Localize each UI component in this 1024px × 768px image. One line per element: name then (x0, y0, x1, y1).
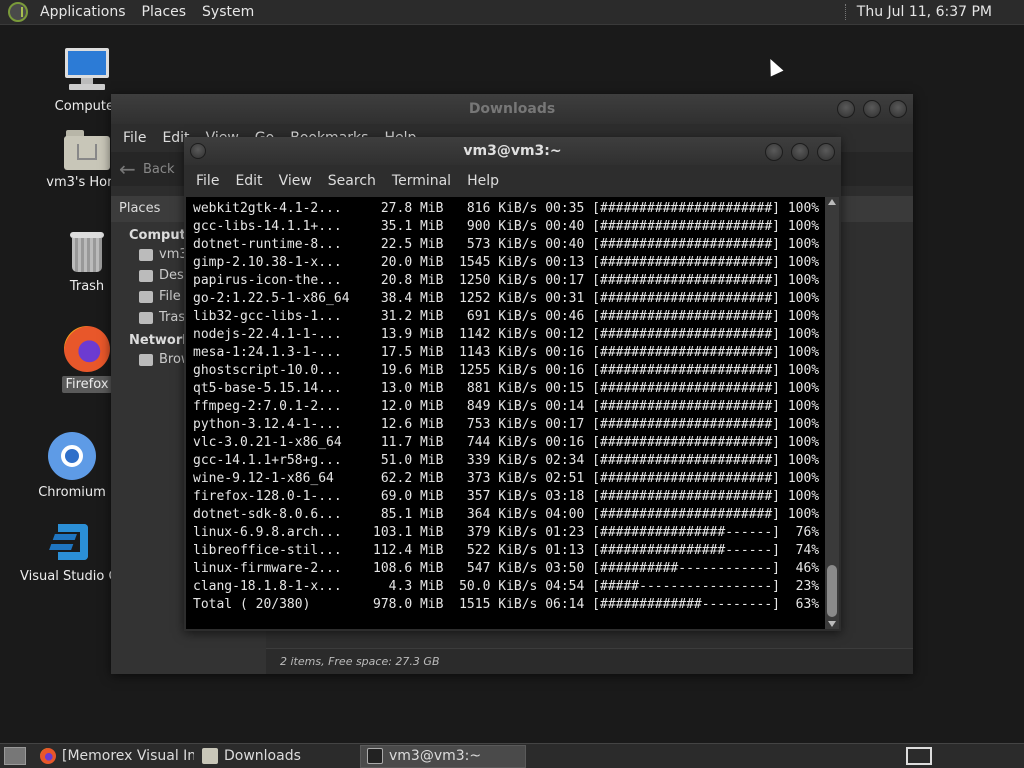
maximize-button[interactable] (863, 100, 881, 118)
mouse-pointer-icon (764, 56, 784, 77)
minimize-button[interactable] (837, 100, 855, 118)
taskbar-item-downloads[interactable]: Downloads (196, 745, 358, 768)
distro-logo-icon[interactable] (8, 2, 28, 22)
terminal-line: gcc-14.1.1+r58+g... 51.0 MiB 339 KiB/s 0… (193, 453, 820, 468)
scroll-up-arrow-icon[interactable] (828, 199, 836, 205)
terminal-window: vm3@vm3:~ File Edit View Search Terminal… (184, 137, 841, 631)
terminal-line: nodejs-22.4.1-1-... 13.9 MiB 1142 KiB/s … (193, 327, 820, 342)
folder-icon (202, 748, 218, 764)
terminal-icon (367, 748, 383, 764)
drive-icon (139, 290, 153, 303)
taskbar-item-label: [Memorex Visual Inf... (62, 748, 194, 764)
close-button[interactable] (817, 143, 835, 161)
terminal-output[interactable]: webkit2gtk-4.1-2... 27.8 MiB 816 KiB/s 0… (186, 197, 825, 629)
panel-separator (844, 4, 847, 20)
terminal-line: wine-9.12-1-x86_64 62.2 MiB 373 KiB/s 02… (193, 471, 820, 486)
network-icon (139, 353, 153, 366)
terminal-line: qt5-base-5.15.14... 13.0 MiB 881 KiB/s 0… (193, 381, 820, 396)
terminal-line: dotnet-sdk-8.0.6... 85.1 MiB 364 KiB/s 0… (193, 507, 820, 522)
menu-edit[interactable]: Edit (227, 173, 270, 189)
terminal-line: libreoffice-stil... 112.4 MiB 522 KiB/s … (193, 543, 820, 558)
terminal-line: python-3.12.4-1-... 12.6 MiB 753 KiB/s 0… (193, 417, 820, 432)
desktop-icon (139, 269, 153, 282)
menu-search[interactable]: Search (320, 173, 384, 189)
desktop-icon-label: Chromium (38, 485, 106, 500)
trash-icon (68, 228, 106, 274)
taskbar-item-label: Downloads (224, 748, 301, 764)
taskbar-item-firefox[interactable]: [Memorex Visual Inf... (34, 745, 194, 768)
close-button[interactable] (889, 100, 907, 118)
vscode-icon (49, 520, 94, 564)
computer-icon (63, 46, 111, 94)
menu-help[interactable]: Help (459, 173, 507, 189)
applications-menu[interactable]: Applications (32, 4, 134, 20)
workspace-switcher[interactable] (906, 747, 932, 765)
terminal-menubar: File Edit View Search Terminal Help (184, 165, 841, 197)
terminal-line: gcc-libs-14.1.1+... 35.1 MiB 900 KiB/s 0… (193, 219, 820, 234)
minimize-button[interactable] (765, 143, 783, 161)
places-menu[interactable]: Places (134, 4, 195, 20)
firefox-icon (64, 326, 110, 372)
terminal-line: ffmpeg-2:7.0.1-2... 12.0 MiB 849 KiB/s 0… (193, 399, 820, 414)
clock[interactable]: Thu Jul 11, 6:37 PM (857, 4, 1024, 20)
terminal-line: clang-18.1.8-1-x... 4.3 MiB 50.0 KiB/s 0… (193, 579, 820, 594)
terminal-line: mesa-1:24.1.3-1-... 17.5 MiB 1143 KiB/s … (193, 345, 820, 360)
terminal-line: gimp-2.10.38-1-x... 20.0 MiB 1545 KiB/s … (193, 255, 820, 270)
terminal-scrollbar[interactable] (825, 197, 839, 629)
home-icon (139, 248, 153, 261)
scroll-down-arrow-icon[interactable] (828, 621, 836, 627)
terminal-line: ghostscript-10.0... 19.6 MiB 1255 KiB/s … (193, 363, 820, 378)
terminal-titlebar[interactable]: vm3@vm3:~ (184, 137, 841, 165)
back-button[interactable]: Back (143, 162, 175, 177)
desktop-icon-label: Firefox (62, 376, 112, 393)
terminal-line: lib32-gcc-libs-1... 31.2 MiB 691 KiB/s 0… (193, 309, 820, 324)
terminal-line: vlc-3.0.21-1-x86_64 11.7 MiB 744 KiB/s 0… (193, 435, 820, 450)
terminal-line: Total ( 20/380) 978.0 MiB 1515 KiB/s 06:… (193, 597, 820, 612)
terminal-line: linux-6.9.8.arch... 103.1 MiB 379 KiB/s … (193, 525, 820, 540)
maximize-button[interactable] (791, 143, 809, 161)
back-arrow-icon[interactable]: ← (119, 159, 143, 179)
menu-view[interactable]: View (271, 173, 320, 189)
terminal-line: go-2:1.22.5-1-x86_64 38.4 MiB 1252 KiB/s… (193, 291, 820, 306)
scrollbar-thumb[interactable] (827, 565, 837, 617)
window-title: Downloads (468, 101, 556, 117)
bottom-taskbar: [Memorex Visual Inf... Downloads vm3@vm3… (0, 743, 1024, 768)
taskbar-item-label: vm3@vm3:~ (389, 748, 482, 764)
terminal-line: firefox-128.0-1-... 69.0 MiB 357 KiB/s 0… (193, 489, 820, 504)
system-menu[interactable]: System (194, 4, 262, 20)
menu-terminal[interactable]: Terminal (384, 173, 459, 189)
taskbar-item-terminal[interactable]: vm3@vm3:~ (360, 744, 526, 768)
show-desktop-button[interactable] (4, 747, 26, 765)
trash-icon (139, 311, 153, 324)
chromium-icon (48, 432, 96, 480)
desktop-icon-label: Trash (69, 279, 105, 294)
terminal-line: dotnet-runtime-8... 22.5 MiB 573 KiB/s 0… (193, 237, 820, 252)
window-menu-button[interactable] (190, 143, 206, 159)
file-manager-titlebar[interactable]: Downloads (111, 94, 913, 124)
firefox-icon (40, 748, 56, 764)
home-folder-icon (64, 130, 110, 170)
menu-file[interactable]: File (115, 130, 154, 146)
status-bar: 2 items, Free space: 27.3 GB (266, 648, 913, 674)
terminal-line: webkit2gtk-4.1-2... 27.8 MiB 816 KiB/s 0… (193, 201, 820, 216)
window-title: vm3@vm3:~ (463, 143, 562, 159)
menu-file[interactable]: File (188, 173, 227, 189)
top-panel: Applications Places System Thu Jul 11, 6… (0, 0, 1024, 25)
terminal-line: papirus-icon-the... 20.8 MiB 1250 KiB/s … (193, 273, 820, 288)
terminal-line: linux-firmware-2... 108.6 MiB 547 KiB/s … (193, 561, 820, 576)
